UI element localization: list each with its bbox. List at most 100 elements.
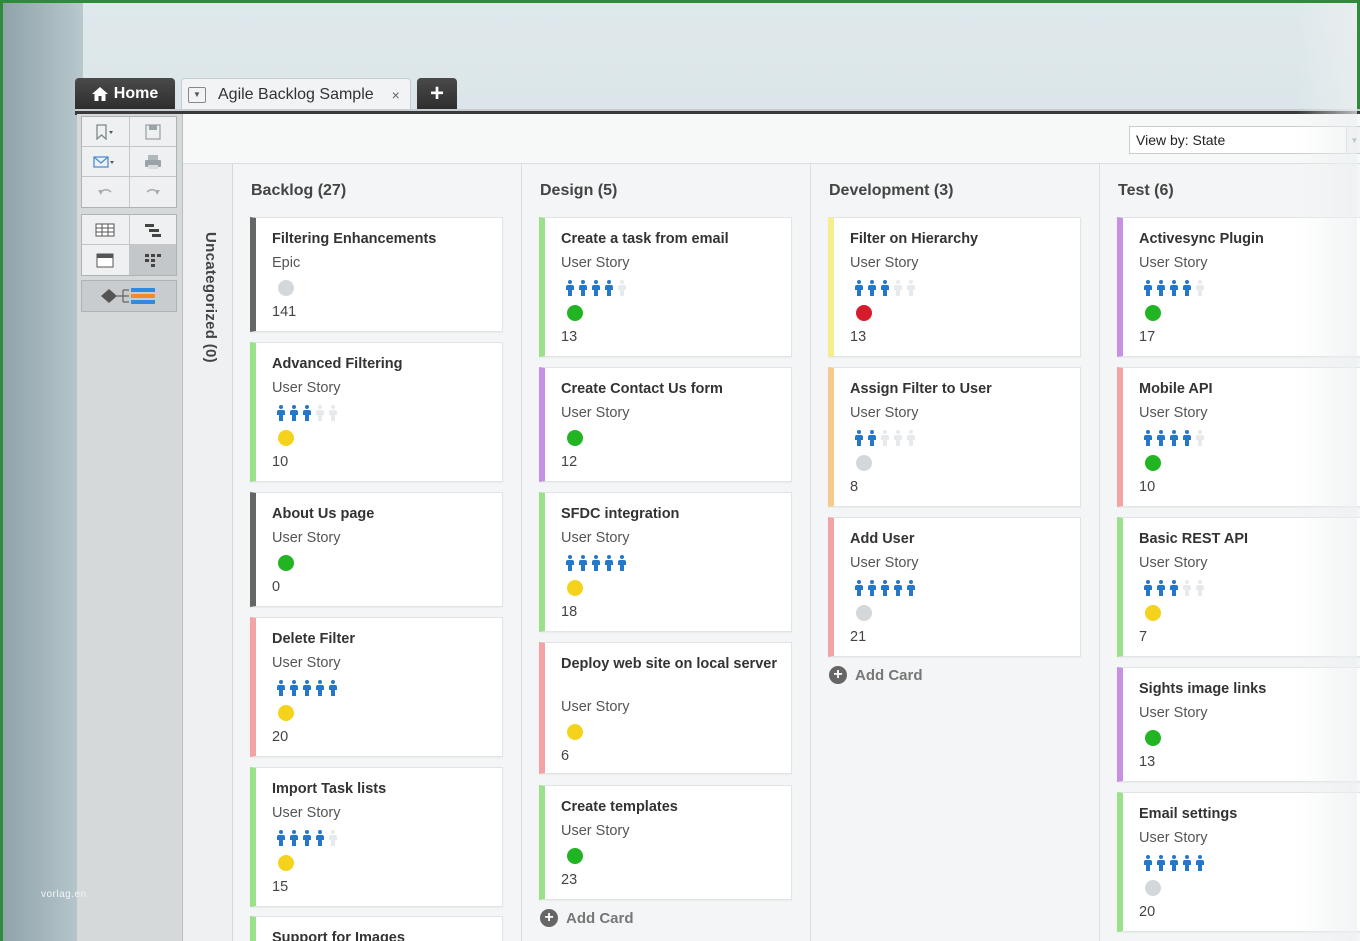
home-icon — [91, 87, 108, 101]
redo-icon[interactable] — [130, 177, 177, 207]
column-title: Development (3) — [829, 182, 954, 199]
card-number: 7 — [1139, 629, 1148, 645]
tab-doc-label: Agile Backlog Sample — [218, 85, 374, 103]
tab-dropdown-icon[interactable]: ▼ — [188, 86, 206, 103]
bookmark-icon[interactable] — [82, 117, 130, 146]
person-icon — [604, 280, 614, 296]
card-type: User Story — [850, 255, 919, 271]
add-card-button[interactable]: + Add Card — [540, 909, 634, 927]
status-red-icon — [856, 305, 872, 321]
undo-icon[interactable] — [82, 177, 130, 207]
save-icon[interactable] — [130, 117, 177, 146]
person-icon — [315, 830, 325, 846]
status-green-icon — [567, 430, 583, 446]
column-test: Test (6) Activesync Plugin User Story 17 Mob… — [1100, 164, 1360, 941]
card-filtering-enhancements[interactable]: Filtering Enhancements Epic 141 — [250, 217, 503, 332]
card-activesync-plugin[interactable]: Activesync Plugin User Story 17 — [1117, 217, 1360, 357]
card-type: User Story — [272, 655, 341, 671]
person-icon — [867, 580, 877, 596]
add-tab-button[interactable]: + — [417, 78, 457, 110]
person-icon — [854, 430, 864, 446]
chevron-down-icon[interactable]: ▼ — [1346, 127, 1360, 153]
toolbar-group-edit — [81, 116, 177, 208]
status-gray-icon — [856, 605, 872, 621]
card-support-for-images[interactable]: Support for Images — [250, 916, 503, 941]
card-create-contact-us-form[interactable]: Create Contact Us form User Story 12 — [539, 367, 792, 482]
card-filter-on-hierarchy[interactable]: Filter on Hierarchy User Story 13 — [828, 217, 1081, 357]
assignee-rating — [565, 280, 627, 296]
person-icon — [1156, 280, 1166, 296]
card-about-us-page[interactable]: About Us page User Story 0 — [250, 492, 503, 607]
person-icon — [1169, 580, 1179, 596]
card-assign-filter-to-user[interactable]: Assign Filter to User User Story 8 — [828, 367, 1081, 507]
email-icon[interactable] — [82, 147, 130, 176]
card-type: User Story — [1139, 555, 1208, 571]
person-icon — [893, 280, 903, 296]
add-card-button[interactable]: + Add Card — [829, 666, 923, 684]
person-icon — [854, 280, 864, 296]
person-icon — [289, 830, 299, 846]
assignee-rating — [854, 430, 916, 446]
card-title: Mobile API — [1139, 381, 1213, 397]
card-advanced-filtering[interactable]: Advanced Filtering User Story 10 — [250, 342, 503, 482]
card-title: Basic REST API — [1139, 531, 1249, 547]
board-view-icon[interactable] — [129, 245, 176, 275]
person-icon — [893, 430, 903, 446]
person-icon — [854, 580, 864, 596]
person-icon — [565, 555, 575, 571]
person-icon — [1143, 430, 1153, 446]
column-title: Backlog (27) — [251, 182, 347, 199]
card-type: User Story — [1139, 830, 1208, 846]
print-icon[interactable] — [130, 147, 177, 176]
add-card-label: Add Card — [566, 909, 634, 927]
person-icon — [1195, 855, 1205, 871]
status-green-icon — [1145, 305, 1161, 321]
person-icon — [1182, 430, 1192, 446]
card-title: Sights image links — [1139, 681, 1267, 697]
mindmap-icon — [101, 288, 155, 304]
card-mobile-api[interactable]: Mobile API User Story 10 — [1117, 367, 1360, 507]
tab-agile-backlog[interactable]: ▼ Agile Backlog Sample × — [181, 78, 411, 110]
plus-circle-icon: + — [829, 666, 847, 684]
close-icon[interactable]: × — [392, 87, 400, 103]
column-design: Design (5) Create a task from email User S… — [522, 164, 811, 941]
person-icon — [1143, 855, 1153, 871]
card-sights-image-links[interactable]: Sights image links User Story 13 — [1117, 667, 1360, 782]
status-yellow-icon — [278, 430, 294, 446]
person-icon — [867, 280, 877, 296]
person-icon — [1169, 430, 1179, 446]
card-title: Add User — [850, 531, 915, 547]
calendar-view-icon[interactable] — [82, 245, 130, 275]
tab-home[interactable]: Home — [75, 78, 175, 110]
card-type: User Story — [561, 823, 630, 839]
card-number: 141 — [272, 304, 297, 320]
person-icon — [302, 830, 312, 846]
uncategorized-label: Uncategorized (0) — [202, 232, 219, 363]
card-number: 12 — [561, 454, 578, 470]
card-create-a-task-from-email[interactable]: Create a task from email User Story 13 — [539, 217, 792, 357]
mindmap-view-button[interactable] — [81, 280, 177, 312]
card-create-templates[interactable]: Create templates User Story 23 — [539, 785, 792, 900]
card-type: User Story — [1139, 405, 1208, 421]
card-number: 8 — [850, 479, 859, 495]
card-deploy-web-site-on-local-server[interactable]: Deploy web site on local server User Stor… — [539, 642, 792, 774]
card-import-task-lists[interactable]: Import Task lists User Story 15 — [250, 767, 503, 907]
assignee-rating — [854, 580, 916, 596]
column-title: Design (5) — [540, 182, 618, 199]
grid-view-icon[interactable] — [82, 215, 130, 244]
card-number: 20 — [1139, 904, 1156, 920]
card-delete-filter[interactable]: Delete Filter User Story 20 — [250, 617, 503, 757]
card-add-user[interactable]: Add User User Story 21 — [828, 517, 1081, 657]
card-title: About Us page — [272, 506, 375, 522]
card-basic-rest-api[interactable]: Basic REST API User Story 7 — [1117, 517, 1360, 657]
gantt-view-icon[interactable] — [130, 215, 177, 244]
card-email-settings[interactable]: Email settings User Story 20 — [1117, 792, 1360, 932]
person-icon — [1195, 280, 1205, 296]
card-number: 0 — [272, 579, 281, 595]
tab-home-label: Home — [113, 85, 159, 102]
card-sfdc-integration[interactable]: SFDC integration User Story 18 — [539, 492, 792, 632]
person-icon — [1182, 580, 1192, 596]
card-title: Create Contact Us form — [561, 381, 723, 397]
uncategorized-lane[interactable]: Uncategorized (0) — [183, 164, 233, 941]
view-by-select[interactable]: View by: State ▼ — [1129, 126, 1360, 154]
